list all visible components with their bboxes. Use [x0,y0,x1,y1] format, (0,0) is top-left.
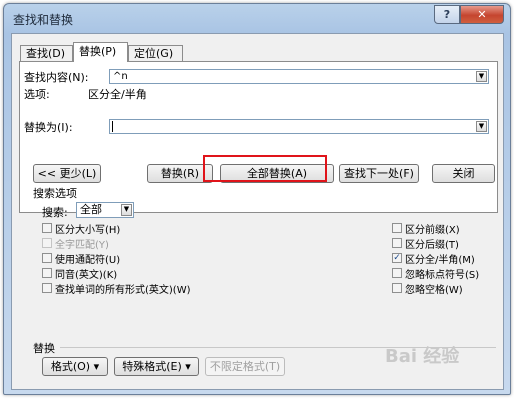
right-option-label-3: 忽略标点符号(S) [405,270,480,281]
left-option-label-3: 同音(英文)(K) [55,270,118,281]
search-direction-label: 搜索: [42,206,68,219]
chevron-down-icon[interactable]: ▼ [476,121,487,132]
highlight-box [203,155,327,182]
tab-goto[interactable]: 定位(G) [128,45,183,61]
help-button[interactable]: ? [434,5,460,24]
replace-with-input[interactable]: ▼ [109,119,489,134]
watermark: Bai 经验 [385,346,460,367]
left-checkbox-3[interactable] [42,268,52,278]
text-caret [112,121,113,132]
special-format-button[interactable]: 特殊格式(E) ▾ [114,357,199,376]
right-checkbox-3[interactable] [392,268,402,278]
find-what-label: 查找内容(N): [24,71,89,84]
search-options-title: 搜索选项 [33,187,77,200]
find-next-button[interactable]: 查找下一处(F) [339,164,419,183]
right-option-label-2: 区分全/半角(M) [405,255,475,266]
find-replace-dialog: 查找和替换 ? ✕ 查找(D) 替换(P) 定位(G) 查找内容(N): ^n … [3,3,511,395]
right-checkbox-1[interactable] [392,238,402,248]
right-option-label-0: 区分前缀(X) [405,225,460,236]
right-option-label-1: 区分后缀(T) [405,240,459,251]
search-direction-select[interactable]: 全部 ▼ [76,202,134,218]
find-what-value: ^n [113,71,128,82]
close-window-button[interactable]: ✕ [460,5,504,24]
chevron-down-icon[interactable]: ▼ [121,204,132,216]
less-button[interactable]: << 更少(L) [33,164,101,183]
right-option-label-4: 忽略空格(W) [405,285,463,296]
left-checkbox-0[interactable] [42,223,52,233]
left-checkbox-1 [42,238,52,248]
options-label: 选项: [24,88,50,101]
left-option-label-4: 查找单词的所有形式(英文)(W) [55,285,191,296]
tab-find[interactable]: 查找(D) [20,45,73,61]
left-checkbox-4[interactable] [42,283,52,293]
find-what-input[interactable]: ^n ▼ [109,69,489,84]
replace-panel: 查找内容(N): ^n ▼ 选项: 区分全/半角 替换为(I): ▼ [19,61,498,213]
left-option-label-1: 全字匹配(Y) [55,240,109,251]
search-direction-value: 全部 [80,203,102,216]
tab-replace[interactable]: 替换(P) [73,42,128,62]
right-checkbox-2[interactable]: ✓ [392,253,402,263]
chevron-down-icon[interactable]: ▼ [476,71,487,82]
window-title: 查找和替换 [13,13,74,27]
left-checkbox-2[interactable] [42,253,52,263]
right-checkbox-4[interactable] [392,283,402,293]
right-checkbox-0[interactable] [392,223,402,233]
left-option-label-0: 区分大小写(H) [55,225,121,236]
close-button[interactable]: 关闭 [432,164,495,183]
left-option-label-2: 使用通配符(U) [55,255,121,266]
dialog-body: 查找(D) 替换(P) 定位(G) 查找内容(N): ^n ▼ 选项: 区分全/… [11,33,504,390]
no-formatting-button[interactable]: 不限定格式(T) [205,357,285,376]
replace-with-label: 替换为(I): [24,121,73,134]
replace-section-title: 替换 [33,342,55,355]
title-bar[interactable]: 查找和替换 ? ✕ [4,4,510,32]
options-value: 区分全/半角 [88,88,147,101]
format-button[interactable]: 格式(O) ▾ [42,357,108,376]
